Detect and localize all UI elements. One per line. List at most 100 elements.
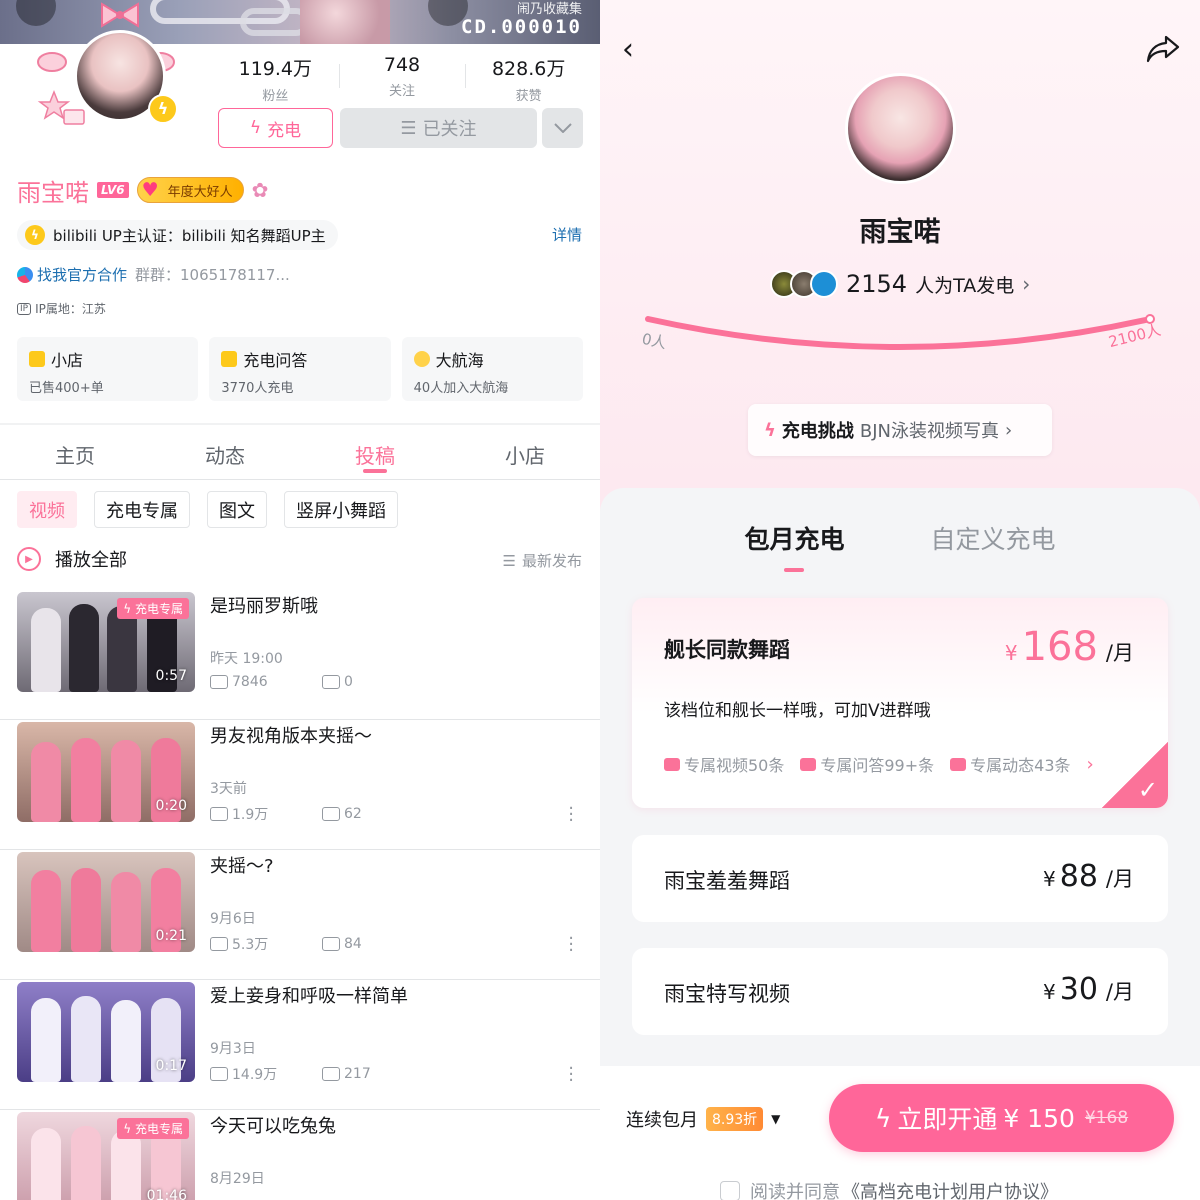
subtab-vertical-dance[interactable]: 竖屏小舞蹈 xyxy=(284,491,398,528)
price-amount: 30 xyxy=(1059,972,1098,1007)
annual-badge[interactable]: ♥ 年度大好人 xyxy=(136,177,244,203)
guard-icon xyxy=(413,351,430,367)
cooperation-label: 找我官方合作 xyxy=(37,266,128,284)
more-options-icon[interactable]: · · · xyxy=(568,930,574,960)
video-thumbnail[interactable]: 0:17 xyxy=(17,982,195,1082)
video-title[interactable]: 是玛丽罗斯哦 xyxy=(210,592,318,618)
avatar-container[interactable]: ϟ xyxy=(28,2,178,132)
subtab-charge-exclusive[interactable]: 充电专属 xyxy=(94,491,190,528)
video-meta: 1.9万 62 xyxy=(210,804,434,824)
video-duration: 01:46 xyxy=(146,1188,187,1200)
followed-button[interactable]: ☰ 已关注 xyxy=(340,108,537,148)
tab-shop[interactable]: 小店 xyxy=(450,430,600,479)
video-date: 9月6日 xyxy=(210,911,256,927)
price-period: /月 xyxy=(1105,980,1134,1004)
tier-card-selected[interactable]: 舰长同款舞蹈 ¥ 168 /月 该档位和舰长一样哦，可加V进群哦 专属视频50条… xyxy=(632,598,1168,808)
thumbnail-figure xyxy=(31,742,61,822)
video-duration: 0:21 xyxy=(155,928,187,944)
tab-uploads[interactable]: 投稿 xyxy=(300,430,450,479)
comment-count-icon xyxy=(322,675,340,689)
creator-avatar[interactable] xyxy=(845,73,956,184)
more-options-icon[interactable]: · · · xyxy=(568,1060,574,1090)
thumbnail-figure xyxy=(71,738,101,822)
play-count-icon xyxy=(210,675,228,689)
detail-link[interactable]: 详情 xyxy=(552,224,582,245)
video-thumbnail[interactable]: ϟ 充电专属 0:57 xyxy=(17,592,195,692)
tier-perks[interactable]: 专属视频50条 专属问答99+条 专属动态43条 › xyxy=(664,752,1094,776)
tier-card[interactable]: 雨宝羞羞舞蹈 ¥ 88 /月 xyxy=(632,835,1168,922)
ip-icon: IP xyxy=(17,302,32,315)
lightning-icon: ϟ xyxy=(249,118,262,138)
comment-count: 62 xyxy=(344,806,362,822)
play-count-icon xyxy=(210,807,228,821)
video-title[interactable]: 男友视角版本夹摇～ xyxy=(210,722,372,748)
stat-following[interactable]: 748 关注 xyxy=(338,54,466,100)
card-guard[interactable]: 大航海 40人加入大航海 xyxy=(401,337,583,401)
activate-button[interactable]: ϟ 立即开通 ¥ 150 ¥168 xyxy=(829,1084,1174,1152)
video-thumbnail[interactable]: 0:20 xyxy=(17,722,195,822)
annual-badge-label: 年度大好人 xyxy=(167,184,233,200)
tab-home[interactable]: 主页 xyxy=(0,430,150,479)
video-title[interactable]: 今天可以吃兔兔 xyxy=(210,1112,336,1138)
supporters-count: 2154 xyxy=(846,270,908,298)
back-arrow-icon[interactable]: ‹ xyxy=(622,32,634,67)
thumbnail-figure xyxy=(71,868,101,952)
monthly-label: 连续包月 xyxy=(626,1110,698,1131)
video-item[interactable]: 0:21 夹摇～? 9月6日 5.3万 84 · · · xyxy=(0,850,600,980)
agreement-link[interactable]: 《高档充电计划用户协议》 xyxy=(842,1178,1058,1200)
video-title[interactable]: 爱上妾身和呼吸一样简单 xyxy=(210,982,408,1008)
video-thumbnail[interactable]: 0:21 xyxy=(17,852,195,952)
monthly-option[interactable]: 连续包月 8.93折 ▼ xyxy=(626,1106,780,1132)
card-shop[interactable]: 小店 已售400+单 xyxy=(17,337,199,401)
video-item[interactable]: ϟ 充电专属 01:46 今天可以吃兔兔 8月29日 xyxy=(0,1110,600,1200)
stat-likes[interactable]: 828.6万 获赞 xyxy=(465,54,592,104)
share-icon[interactable] xyxy=(1146,34,1180,64)
video-meta: 5.3万 84 xyxy=(210,934,434,954)
supporter-avatars xyxy=(770,270,838,298)
sort-button[interactable]: ☰ 最新发布 xyxy=(503,550,582,571)
flower-icon[interactable]: ✿ xyxy=(252,178,269,202)
video-item[interactable]: 0:20 男友视角版本夹摇～ 3天前 1.9万 62 · · · xyxy=(0,720,600,850)
ip-location: IP IP属地：江苏 xyxy=(17,300,106,317)
agreement-row[interactable]: 阅读并同意 《高档充电计划用户协议》 xyxy=(720,1178,1058,1200)
tier-name: 舰长同款舞蹈 xyxy=(664,638,790,662)
banner-code: CD.000010 xyxy=(461,16,582,38)
tier-name: 雨宝羞羞舞蹈 xyxy=(664,869,790,893)
video-title[interactable]: 夹摇～? xyxy=(210,852,274,878)
supporters-row[interactable]: 2154 人为TA发电 › xyxy=(770,270,1030,298)
thumbnail-figure xyxy=(71,996,101,1082)
tier-price: ¥ 30 /月 xyxy=(1043,972,1134,1007)
tier-price: ¥ 168 /月 xyxy=(1005,624,1134,670)
bow-icon xyxy=(101,2,139,28)
thumbnail-figure xyxy=(111,740,141,822)
banner-image xyxy=(300,0,390,44)
subtab-video[interactable]: 视频 xyxy=(17,491,77,528)
tab-monthly-charge[interactable]: 包月充电 xyxy=(744,520,845,572)
sort-label: 最新发布 xyxy=(521,552,582,570)
charge-button[interactable]: ϟ 充电 xyxy=(218,108,333,148)
perk-label: 专属视频50条 xyxy=(684,756,785,775)
price-amount: 168 xyxy=(1021,624,1098,670)
video-item[interactable]: 0:17 爱上妾身和呼吸一样简单 9月3日 14.9万 217 · · · xyxy=(0,980,600,1110)
cooperation-link[interactable]: 找我官方合作 xyxy=(17,264,127,285)
thumbnail-figure xyxy=(111,1000,141,1082)
chevron-right-icon: › xyxy=(1086,753,1094,775)
charge-button-label: 充电 xyxy=(267,120,302,141)
video-item[interactable]: ϟ 充电专属 0:57 是玛丽罗斯哦 昨天 19:00 7846 0 xyxy=(0,590,600,720)
stat-fans[interactable]: 119.4万 粉丝 xyxy=(212,54,339,104)
tab-dynamic[interactable]: 动态 xyxy=(150,430,300,479)
original-price: ¥168 xyxy=(1084,1108,1129,1128)
more-dropdown-button[interactable] xyxy=(542,108,583,148)
play-all-button[interactable]: ▶ 播放全部 xyxy=(17,546,127,572)
activate-label: 立即开通 xyxy=(897,1105,998,1134)
card-charge-qa[interactable]: 充电问答 3770人充电 xyxy=(209,337,391,401)
chevron-right-icon: › xyxy=(1022,272,1031,296)
subtab-articles[interactable]: 图文 xyxy=(207,491,267,528)
charge-challenge[interactable]: ϟ 充电挑战 BJN泳装视频写真 › xyxy=(748,404,1052,456)
video-thumbnail[interactable]: ϟ 充电专属 01:46 xyxy=(17,1112,195,1200)
tab-custom-charge[interactable]: 自定义充电 xyxy=(931,520,1056,570)
comment-count-icon xyxy=(322,937,340,951)
agree-checkbox[interactable] xyxy=(720,1181,740,1200)
more-options-icon[interactable]: · · · xyxy=(568,800,574,830)
tier-card[interactable]: 雨宝特写视频 ¥ 30 /月 xyxy=(632,948,1168,1035)
